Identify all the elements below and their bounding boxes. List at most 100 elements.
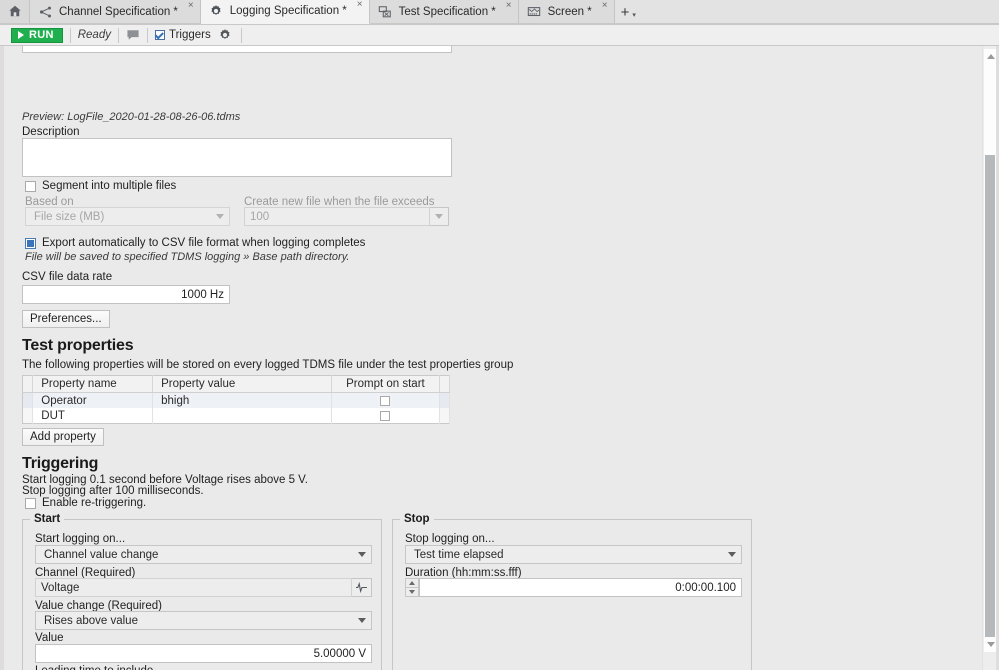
run-button[interactable]: RUN [11,27,63,43]
start-value-change-select[interactable]: Rises above value [35,611,372,630]
chevron-down-icon [728,552,736,557]
tab-label: Screen * [547,6,592,18]
home-icon [8,4,22,21]
checkbox-icon[interactable] [25,237,36,249]
play-icon [18,31,24,39]
toolbar-separator [146,27,148,43]
stop-duration-group: 0:00:00.100 [405,578,742,597]
tab-close-icon[interactable]: × [506,1,512,11]
logging-specification-pane: Preview: LogFile_2020-01-28-08-26-06.tdm… [4,46,982,670]
triggers-settings-icon[interactable] [218,28,232,42]
file-name-field-clipped[interactable] [22,46,452,53]
checkbox-icon[interactable] [380,410,391,421]
start-channel-field-group: Voltage [35,578,372,597]
home-tab[interactable] [0,0,30,24]
row-end [439,392,451,408]
tab-close-icon[interactable]: × [602,1,608,11]
test-properties-table[interactable]: Property name Property value Prompt on s… [22,375,451,424]
export-csv-checkbox-row[interactable]: Export automatically to CSV file format … [25,237,365,249]
start-value-input[interactable]: 5.00000 V [35,644,372,663]
row-gutter [22,408,34,424]
table-row[interactable]: DUT [22,408,451,424]
new-tab-button[interactable]: + ▾ [615,0,642,24]
scroll-down-arrow-icon [986,642,995,647]
checkbox-icon[interactable] [380,395,391,406]
cell-property-name[interactable]: Operator [32,392,154,408]
create-new-file-input[interactable]: 100 [244,207,430,226]
preferences-button[interactable]: Preferences... [22,310,110,328]
start-channel-input[interactable]: Voltage [35,578,352,597]
duration-spinner[interactable] [405,578,419,597]
description-textarea[interactable] [22,138,452,177]
plus-icon: + [620,3,630,21]
checkbox-icon[interactable] [25,497,36,509]
tab-label: Logging Specification * [229,5,347,17]
content-area: Preview: LogFile_2020-01-28-08-26-06.tdm… [0,46,999,670]
scroll-up-arrow-icon [986,54,995,59]
chevron-down-icon [358,618,366,623]
start-value-value: 5.00000 V [313,647,366,660]
csv-rate-input[interactable]: 1000 Hz [22,285,230,304]
start-leading-time-label: Leading time to include [35,665,153,670]
status-text: Ready [77,29,111,41]
table-row[interactable]: Operator bhigh [22,392,451,408]
test-spec-icon [378,5,393,20]
caret-up-icon [409,580,415,585]
add-property-button[interactable]: Add property [22,428,104,446]
chevron-down-icon[interactable]: ▾ [632,11,636,19]
cell-prompt-on-start[interactable] [331,408,440,424]
spinner-up-button[interactable] [405,578,419,588]
tab-label: Test Specification * [398,6,496,18]
export-csv-label: Export automatically to CSV file format … [42,237,366,249]
checkbox-icon[interactable] [25,180,36,192]
chevron-down-icon [435,214,443,219]
row-gutter-header [22,375,34,393]
start-logging-on-select[interactable]: Channel value change [35,545,372,564]
row-end-header [439,375,451,393]
row-gutter [22,392,34,408]
csv-rate-value: 1000 Hz [181,288,224,301]
create-new-file-value: 100 [250,210,270,223]
segment-files-checkbox-row[interactable]: Segment into multiple files [25,180,176,192]
tab-close-icon[interactable]: × [188,1,194,11]
application-window: Channel Specification * × Logging Specif… [0,0,999,670]
tab-bar: Channel Specification * × Logging Specif… [0,0,999,25]
waveform-icon[interactable] [352,578,372,597]
column-header-property-value[interactable]: Property value [152,375,333,393]
comment-icon[interactable] [126,29,140,41]
stop-duration-input[interactable]: 0:00:00.100 [419,578,742,597]
cell-property-value[interactable]: bhigh [152,392,333,408]
enable-retriggering-checkbox-row[interactable]: Enable re-triggering. [25,497,146,509]
start-logging-on-label: Start logging on... [35,533,126,545]
stop-logging-on-label: Stop logging on... [405,533,495,545]
start-logging-on-value: Channel value change [44,548,159,561]
based-on-value: File size (MB) [34,210,105,223]
tab-close-icon[interactable]: × [357,0,363,10]
start-trigger-group: Start Start logging on... Channel value … [22,513,382,670]
toolbar-separator [240,27,242,43]
column-header-property-name[interactable]: Property name [32,375,154,393]
enable-retriggering-label: Enable re-triggering. [42,497,147,509]
chevron-down-icon [358,552,366,557]
cell-prompt-on-start[interactable] [331,392,440,408]
cell-property-value[interactable] [152,408,333,424]
tab-test-specification[interactable]: Test Specification * × [369,0,519,24]
test-properties-heading: Test properties [22,337,134,354]
toolbar: RUN Ready Triggers [0,25,999,46]
segment-files-label: Segment into multiple files [42,180,177,192]
start-value-label: Value [35,632,64,644]
stop-duration-value: 0:00:00.100 [675,581,736,594]
cell-property-name[interactable]: DUT [32,408,154,424]
scrollbar-thumb[interactable] [985,155,995,637]
start-group-title: Start [30,513,65,525]
spinner-down-button[interactable] [405,587,419,597]
tab-screen[interactable]: Screen * × [518,0,615,24]
based-on-select[interactable]: File size (MB) [25,207,230,226]
create-new-file-units-dropdown[interactable] [430,207,449,226]
tab-logging-specification[interactable]: Logging Specification * × [200,0,370,24]
stop-logging-on-select[interactable]: Test time elapsed [405,545,742,564]
column-header-prompt-on-start[interactable]: Prompt on start [331,375,440,393]
triggers-toggle[interactable]: Triggers [154,29,211,41]
tab-channel-specification[interactable]: Channel Specification * × [30,0,201,24]
toolbar-separator [69,27,71,43]
